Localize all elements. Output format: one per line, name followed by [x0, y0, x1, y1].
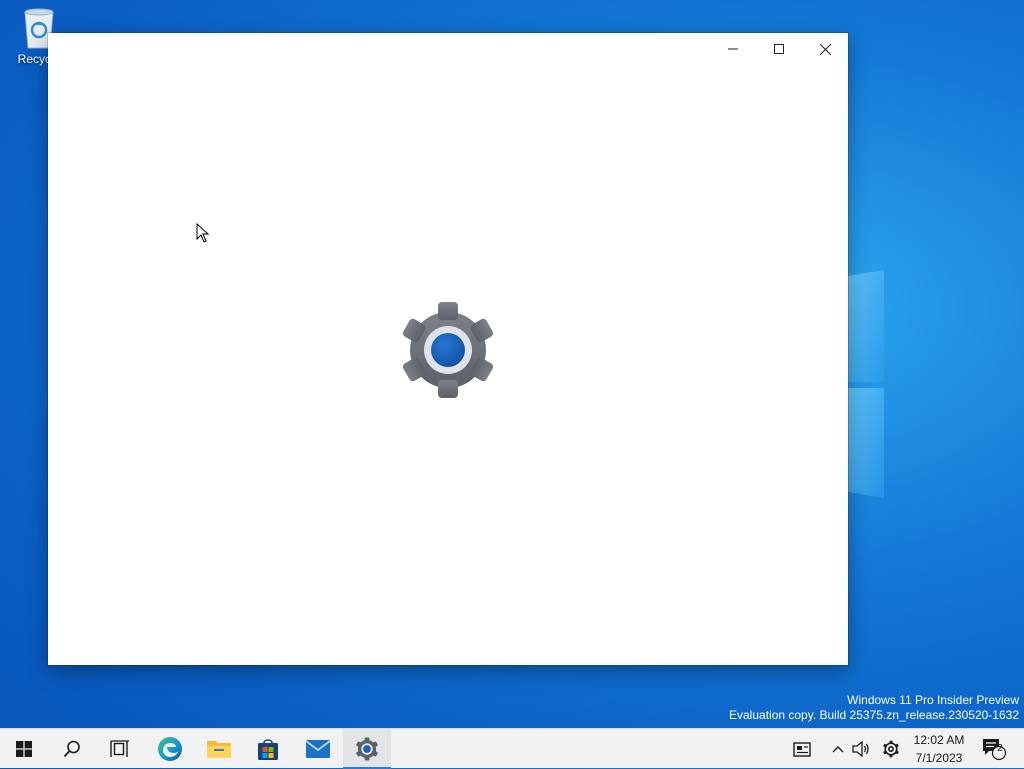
taskbar-file-explorer[interactable]: [195, 729, 243, 769]
notification-count-badge: 2: [997, 743, 1003, 754]
minimize-button[interactable]: [710, 33, 756, 65]
windows-wallpaper-logo: [848, 270, 884, 498]
volume-icon: [852, 741, 869, 757]
chevron-up-icon: [832, 746, 844, 753]
start-button[interactable]: [0, 729, 48, 769]
watermark-line-2: Evaluation copy. Build 25375.zn_release.…: [729, 708, 1019, 722]
tray-settings-button[interactable]: [879, 729, 903, 769]
maximize-icon: [774, 44, 784, 54]
taskbar-mail[interactable]: [294, 729, 342, 769]
taskbar-clock[interactable]: 12:02 AM 7/1/2023: [906, 731, 972, 767]
taskbar-settings[interactable]: [343, 729, 391, 769]
taskbar-edge[interactable]: [146, 729, 194, 769]
clock-time: 12:02 AM: [913, 733, 965, 747]
news-widget-button[interactable]: [790, 729, 814, 769]
gear-icon: [356, 737, 378, 761]
show-hidden-icons-button[interactable]: [828, 729, 848, 769]
task-view-button[interactable]: [96, 729, 144, 769]
volume-button[interactable]: [850, 729, 872, 769]
search-icon: [63, 740, 80, 758]
mouse-cursor-icon: [196, 223, 210, 243]
window-titlebar: [710, 33, 848, 65]
taskbar-store[interactable]: [244, 729, 292, 769]
minimize-icon: [728, 48, 738, 50]
settings-splash-window[interactable]: [48, 33, 848, 665]
settings-gear-icon: [402, 302, 494, 398]
gear-icon: [883, 740, 899, 758]
edge-icon: [158, 737, 182, 761]
close-icon: [819, 43, 831, 55]
taskbar: 12:02 AM 7/1/2023 2: [0, 728, 1024, 769]
clock-date: 7/1/2023: [915, 751, 963, 765]
maximize-button[interactable]: [756, 33, 802, 65]
folder-icon: [207, 741, 231, 758]
windows-logo-icon: [16, 741, 32, 757]
action-center-button[interactable]: 2: [980, 729, 1008, 769]
task-view-icon: [110, 740, 129, 757]
mail-icon: [305, 740, 331, 758]
search-button[interactable]: [48, 729, 96, 769]
watermark-line-1: Windows 11 Pro Insider Preview: [847, 693, 1019, 707]
news-icon: [793, 741, 811, 757]
close-button[interactable]: [802, 33, 848, 65]
store-icon: [258, 739, 278, 760]
evaluation-watermark: Windows 11 Pro Insider Preview Evaluatio…: [729, 693, 1019, 723]
